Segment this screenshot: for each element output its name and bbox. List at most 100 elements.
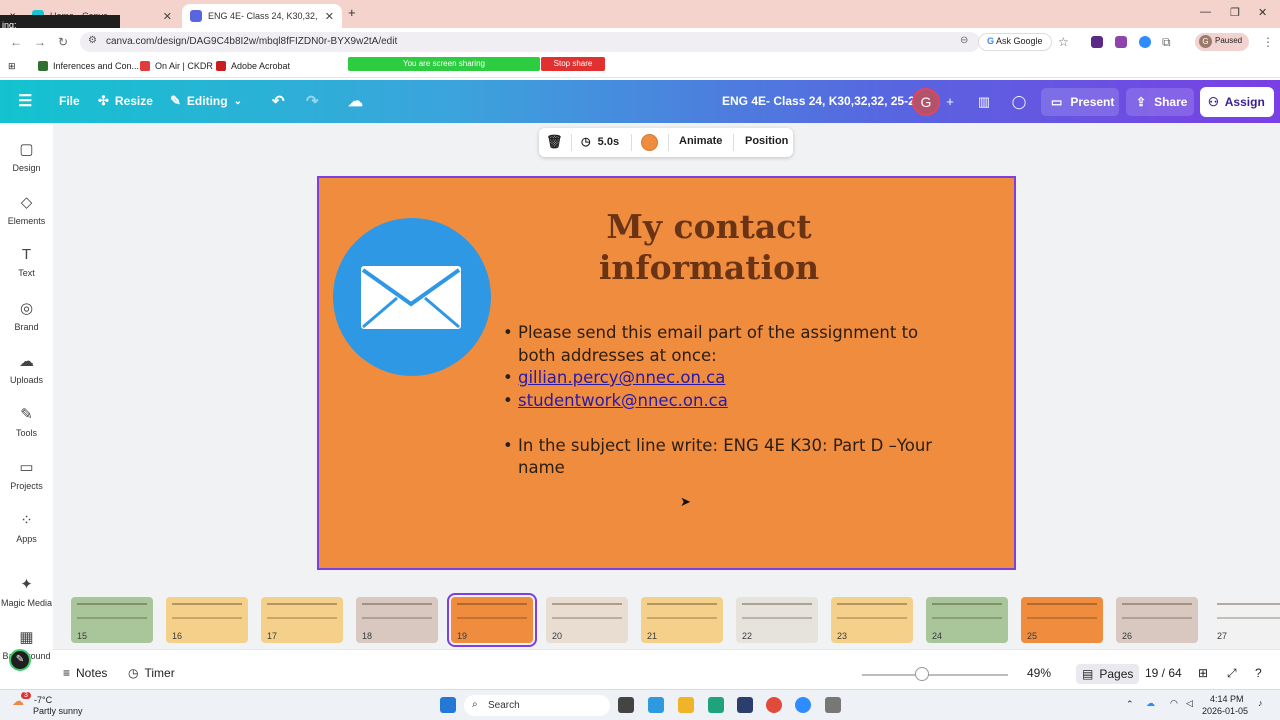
- comments-icon[interactable]: ◯: [1006, 89, 1032, 115]
- page-thumbnail[interactable]: 26: [1116, 597, 1198, 643]
- assign-button[interactable]: ⚇ Assign: [1200, 87, 1274, 117]
- copilot-icon[interactable]: [648, 697, 664, 713]
- add-collaborator-icon[interactable]: +: [937, 89, 963, 115]
- hamburger-menu-icon[interactable]: ☰: [18, 90, 32, 112]
- sidebar-item-elements[interactable]: ◇ Elements: [0, 193, 53, 226]
- notification-bell-icon[interactable]: ♪: [1258, 698, 1263, 708]
- bookmark-item[interactable]: Adobe Acrobat: [216, 61, 290, 71]
- redo-icon[interactable]: ↷: [306, 90, 319, 112]
- minimize-icon[interactable]: —: [1200, 6, 1211, 18]
- bookmark-item[interactable]: Inferences and Con...: [38, 61, 139, 71]
- background-color-swatch[interactable]: [641, 134, 658, 151]
- browser-tab-active[interactable]: ENG 4E- Class 24, K30,32,32, 25 ✕: [182, 4, 342, 28]
- sidebar-item-magic-media[interactable]: ✦ Magic Media: [0, 575, 53, 608]
- collaborator-avatar[interactable]: G: [912, 88, 940, 116]
- windows-start-icon[interactable]: [440, 697, 456, 713]
- ask-google-button[interactable]: G Ask Google: [978, 33, 1052, 51]
- apps-grid-icon[interactable]: ⊞: [8, 61, 16, 72]
- resize-button[interactable]: ✣ Resize: [98, 90, 153, 112]
- file-explorer-icon[interactable]: [678, 697, 694, 713]
- page-thumbnail[interactable]: 24: [926, 597, 1008, 643]
- zoom-slider-thumb[interactable]: [915, 667, 929, 681]
- clock-date[interactable]: 2026-01-05: [1202, 706, 1248, 716]
- close-window-icon[interactable]: ✕: [1258, 6, 1267, 19]
- weather-temp[interactable]: -7°C: [34, 695, 52, 705]
- sidebar-item-text[interactable]: T Text: [0, 246, 53, 278]
- onedrive-icon[interactable]: ☁: [1146, 698, 1155, 709]
- page-thumbnail[interactable]: 23: [831, 597, 913, 643]
- page-thumbnail[interactable]: 19: [447, 593, 537, 647]
- settings-icon[interactable]: [825, 697, 841, 713]
- sidebar-item-uploads[interactable]: ☁ Uploads: [0, 352, 53, 385]
- email-link[interactable]: gillian.percy@nnec.on.ca: [518, 368, 725, 387]
- zoom-level[interactable]: 49%: [1027, 666, 1051, 680]
- slide-body-text[interactable]: Please send this email part of the assig…: [501, 322, 941, 480]
- extension-puzzle-icon[interactable]: [1115, 36, 1127, 48]
- back-icon[interactable]: ←: [10, 35, 22, 49]
- design-title[interactable]: ENG 4E- Class 24, K30,32,32, 25-26: [722, 94, 921, 108]
- forward-icon[interactable]: →: [34, 35, 46, 49]
- undo-icon[interactable]: ↶: [272, 90, 285, 112]
- editing-mode-button[interactable]: ✎ Editing ⌄: [170, 90, 242, 112]
- extension-k-icon[interactable]: [1091, 36, 1103, 48]
- stop-share-button[interactable]: Stop share: [541, 57, 605, 71]
- cloud-saved-icon[interactable]: ☁: [348, 90, 363, 112]
- store-icon[interactable]: [737, 697, 753, 713]
- zoom-app-icon[interactable]: [795, 697, 811, 713]
- page-thumbnail[interactable]: 21: [641, 597, 723, 643]
- close-tab-icon[interactable]: ✕: [163, 10, 172, 23]
- chrome-icon[interactable]: [766, 697, 782, 713]
- page-thumbnail[interactable]: 16: [166, 597, 248, 643]
- zoom-icon[interactable]: ⊖: [960, 35, 968, 46]
- draw-pencil-icon[interactable]: ✎: [9, 649, 31, 671]
- browser-menu-icon[interactable]: ⋮: [1262, 35, 1274, 49]
- help-icon[interactable]: ?: [1255, 666, 1262, 680]
- new-tab-icon[interactable]: +: [348, 5, 356, 20]
- sidebar-item-tools[interactable]: ✎ Tools: [0, 405, 53, 438]
- site-info-icon[interactable]: ⚙: [88, 35, 97, 46]
- clock-time[interactable]: 4:14 PM: [1210, 694, 1244, 704]
- taskbar-search[interactable]: ⌕ Search: [464, 695, 610, 716]
- sidebar-item-brand[interactable]: ◎ Brand: [0, 299, 53, 332]
- restore-icon[interactable]: ❐: [1230, 6, 1240, 19]
- slide-canvas[interactable]: My contact information Please send this …: [317, 176, 1016, 570]
- animate-button[interactable]: Animate: [679, 135, 722, 147]
- page-thumbnail[interactable]: 22: [736, 597, 818, 643]
- share-button[interactable]: ⇪ Share: [1126, 88, 1194, 116]
- url-input[interactable]: ⚙ canva.com/design/DAG9C4b8I2w/mbql8fFIZ…: [80, 32, 980, 52]
- grid-view-icon[interactable]: ⊞: [1198, 666, 1208, 680]
- extension-zoom-icon[interactable]: [1139, 36, 1151, 48]
- edge-icon[interactable]: [708, 697, 724, 713]
- page-thumbnail[interactable]: 25: [1021, 597, 1103, 643]
- page-thumbnail[interactable]: 15: [71, 597, 153, 643]
- file-menu-button[interactable]: File: [59, 90, 80, 112]
- envelope-circle[interactable]: [333, 218, 491, 376]
- trash-icon[interactable]: 🗑: [546, 134, 563, 150]
- wifi-icon[interactable]: ◠: [1170, 698, 1178, 709]
- present-button[interactable]: ▭ Present: [1041, 88, 1119, 116]
- reload-icon[interactable]: ↻: [58, 35, 68, 49]
- slide-title[interactable]: My contact information: [549, 206, 869, 288]
- bookmark-item[interactable]: On Air | CKDR: [140, 61, 213, 71]
- page-thumbnail[interactable]: 20: [546, 597, 628, 643]
- extensions-icon[interactable]: ⧉: [1162, 35, 1171, 50]
- task-view-icon[interactable]: [618, 697, 634, 713]
- email-link[interactable]: studentwork@nnec.on.ca: [518, 391, 728, 410]
- timer-button[interactable]: ◷ Timer: [128, 666, 175, 680]
- page-thumbnail[interactable]: 18: [356, 597, 438, 643]
- page-thumbnail[interactable]: 27: [1211, 597, 1280, 643]
- sidebar-item-projects[interactable]: ▭ Projects: [0, 458, 53, 491]
- page-thumbnail[interactable]: 17: [261, 597, 343, 643]
- notes-button[interactable]: ≡ Notes: [63, 666, 107, 680]
- pages-button[interactable]: ▤ Pages: [1076, 664, 1140, 684]
- profile-button[interactable]: G Paused: [1195, 33, 1249, 51]
- close-tab-icon[interactable]: ✕: [325, 10, 334, 23]
- tray-chevron-icon[interactable]: ⌃: [1126, 699, 1134, 710]
- bookmark-star-icon[interactable]: ☆: [1058, 35, 1069, 49]
- weather-desc[interactable]: Partly sunny: [33, 706, 83, 716]
- sidebar-item-design[interactable]: ▢ Design: [0, 140, 53, 173]
- duration-button[interactable]: ◷ 5.0s: [581, 135, 619, 148]
- zoom-slider-track[interactable]: [862, 674, 1008, 676]
- sidebar-item-apps[interactable]: ⁘ Apps: [0, 511, 53, 544]
- fullscreen-icon[interactable]: ⤢: [1227, 666, 1237, 681]
